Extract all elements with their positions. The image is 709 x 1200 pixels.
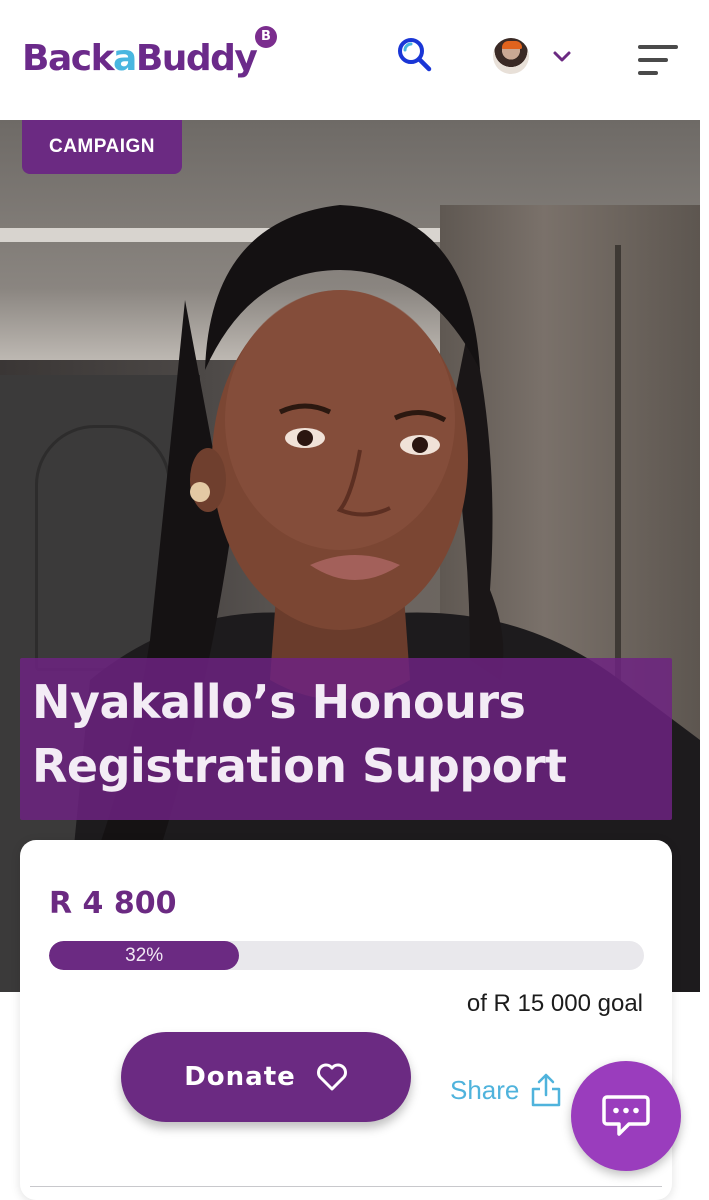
logo-text-back: Back <box>22 38 115 79</box>
backabuddy-logo[interactable]: BackaBuddy <box>22 38 258 79</box>
user-avatar[interactable] <box>493 38 529 74</box>
share-icon <box>532 1073 561 1107</box>
logo-text-a: a <box>113 38 137 79</box>
share-button-label: Share <box>450 1074 520 1105</box>
campaign-title-banner: Nyakallo’s Honours Registration Support <box>20 658 672 820</box>
share-button[interactable]: Share <box>450 1072 563 1108</box>
progress-bar-fill: 32% <box>49 941 240 970</box>
site-header: BackaBuddy B <box>0 0 709 120</box>
heart-icon <box>316 1063 347 1091</box>
campaign-title: Nyakallo’s Honours Registration Support <box>32 675 567 793</box>
chat-button[interactable] <box>571 1061 681 1171</box>
goal-amount: of R 15 000 goal <box>466 990 643 1017</box>
chevron-down-icon[interactable] <box>552 50 572 64</box>
search-icon[interactable] <box>396 36 432 72</box>
chat-bubble-icon <box>602 1095 650 1136</box>
card-divider <box>30 1186 662 1187</box>
logo-badge: B <box>255 26 277 48</box>
hamburger-menu-icon[interactable] <box>636 42 680 78</box>
logo-text-buddy: Buddy <box>135 38 258 79</box>
progress-bar: 32% <box>49 941 644 970</box>
campaign-badge: CAMPAIGN <box>22 120 182 174</box>
donate-button-label: Donate <box>184 1062 296 1092</box>
amount-raised: R 4 800 <box>49 886 177 921</box>
donation-card: R 4 800 32% of R 15 000 goal Donate Shar… <box>20 840 672 1200</box>
donate-button[interactable]: Donate <box>121 1032 411 1122</box>
